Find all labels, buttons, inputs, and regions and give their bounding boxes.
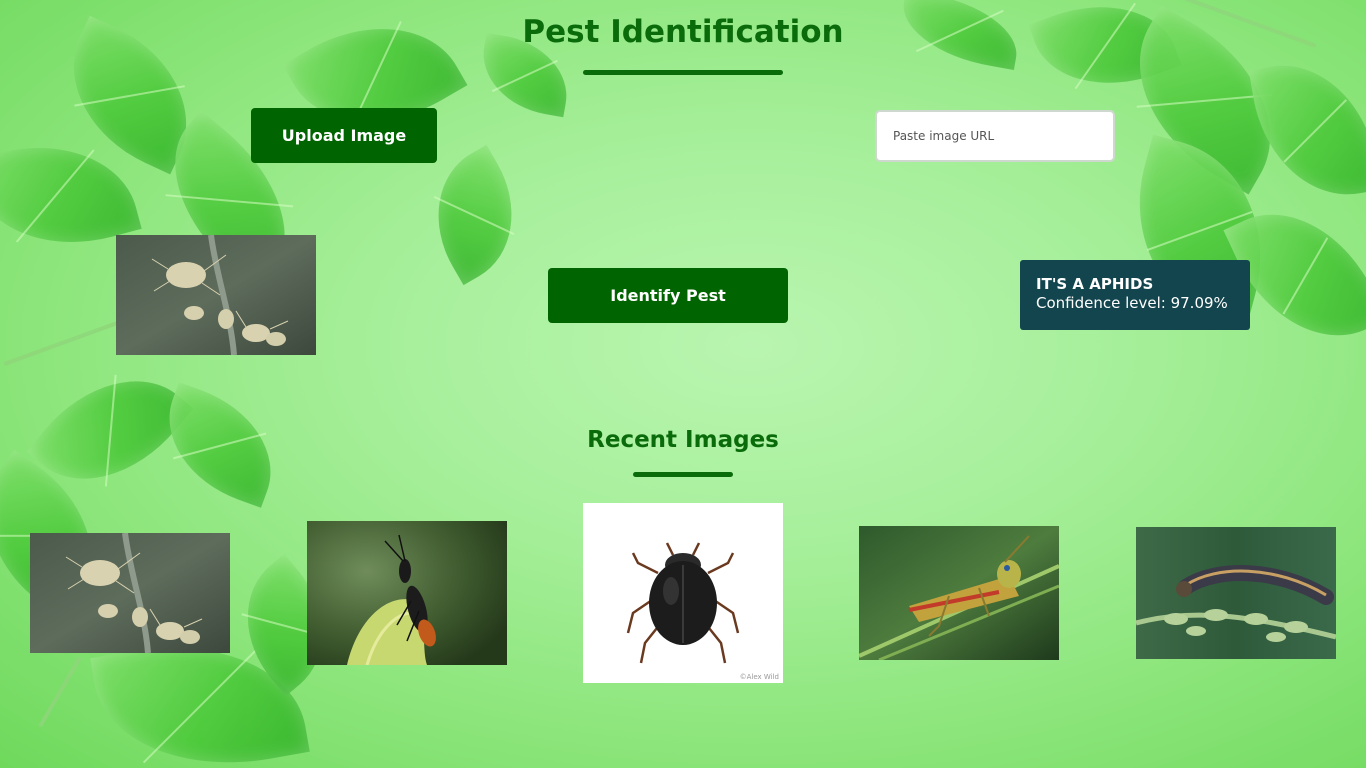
section-underline [633,472,733,477]
recent-image-grasshopper[interactable] [859,526,1059,660]
recent-image-caterpillar[interactable] [1136,527,1336,659]
beetle-watermark: ©Alex Wild [740,673,779,681]
leaf-decoration [1248,51,1366,209]
image-url-input[interactable] [875,110,1115,162]
stem-decoration [38,656,82,728]
recent-image-beetle[interactable]: ©Alex Wild [583,503,783,683]
result-title: IT'S A APHIDS [1036,275,1154,293]
page-title: Pest Identification [522,14,844,50]
recent-images-title: Recent Images [587,427,779,453]
recent-image-aphids[interactable] [30,533,230,653]
upload-image-button[interactable]: Upload Image [251,108,437,163]
title-underline [583,70,783,75]
identify-pest-button[interactable]: Identify Pest [548,268,788,323]
leaf-decoration [408,144,542,286]
result-confidence: Confidence level: 97.09% [1036,294,1228,312]
result-card: IT'S A APHIDS Confidence level: 97.09% [1020,260,1250,330]
stem-decoration [3,317,127,367]
recent-image-wasp[interactable] [307,521,507,665]
preview-image [116,235,316,355]
